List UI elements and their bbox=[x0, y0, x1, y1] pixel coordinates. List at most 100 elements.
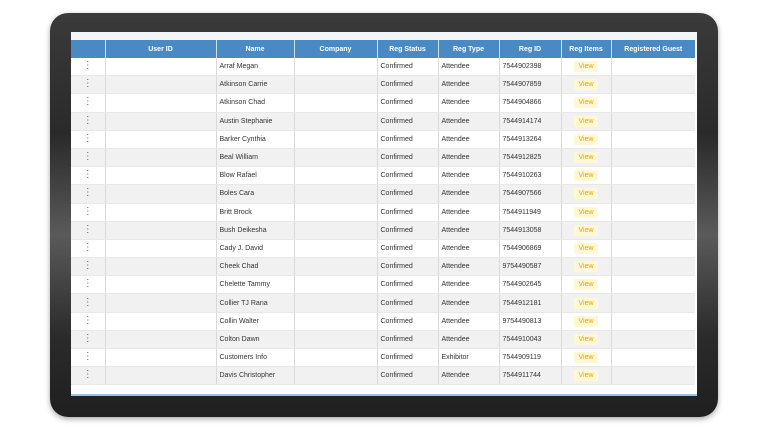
view-button[interactable]: View bbox=[574, 61, 598, 73]
cell-registered-guest bbox=[611, 293, 695, 313]
view-button[interactable]: View bbox=[574, 206, 598, 218]
table-row[interactable]: ⋮ Atkinson Chad Confirmed Attendee 754490486… bbox=[71, 93, 695, 113]
column-header[interactable]: Registered Guest bbox=[611, 40, 695, 58]
kebab-menu-icon[interactable]: ⋮ bbox=[83, 261, 93, 271]
kebab-menu-icon[interactable]: ⋮ bbox=[83, 61, 93, 71]
row-menu-cell[interactable]: ⋮ bbox=[71, 112, 106, 131]
row-menu-cell[interactable]: ⋮ bbox=[71, 184, 106, 204]
kebab-menu-icon[interactable]: ⋮ bbox=[83, 370, 93, 380]
cell-type: Attendee bbox=[438, 366, 500, 386]
kebab-menu-icon[interactable]: ⋮ bbox=[83, 133, 93, 143]
cell-type: Attendee bbox=[438, 112, 500, 131]
table-row[interactable]: ⋮ Cady J. David Confirmed Attendee 754490686… bbox=[71, 239, 695, 259]
kebab-menu-icon[interactable]: ⋮ bbox=[83, 242, 93, 252]
column-header[interactable]: Company bbox=[294, 40, 378, 58]
column-header[interactable]: Name bbox=[216, 40, 295, 58]
column-header[interactable]: Reg Type bbox=[438, 40, 500, 58]
cell-reg-items: View bbox=[561, 366, 612, 386]
table-row[interactable]: ⋮ Britt Brock Confirmed Attendee 7544911949 V… bbox=[71, 203, 695, 222]
kebab-menu-icon[interactable]: ⋮ bbox=[83, 206, 93, 216]
cell-company bbox=[294, 221, 378, 240]
row-menu-cell[interactable]: ⋮ bbox=[71, 130, 106, 149]
row-menu-cell[interactable]: ⋮ bbox=[71, 166, 106, 186]
table-row[interactable]: ⋮ Cheek Chad Confirmed Attendee 9754490587 Vi… bbox=[71, 257, 695, 277]
row-menu-cell[interactable]: ⋮ bbox=[71, 203, 106, 222]
table-row[interactable]: ⋮ Blow Rafael Confirmed Attendee 7544910263 V… bbox=[71, 166, 695, 186]
row-menu-cell[interactable]: ⋮ bbox=[71, 257, 106, 277]
kebab-menu-icon[interactable]: ⋮ bbox=[83, 224, 93, 234]
cell-status: Confirmed bbox=[377, 293, 439, 313]
table-row[interactable]: ⋮ Barker Cynthia Confirmed Attendee 75449132… bbox=[71, 130, 695, 149]
table-row[interactable]: ⋮ Boles Cara Confirmed Attendee 7544907566 Vi… bbox=[71, 184, 695, 204]
column-header[interactable] bbox=[71, 40, 106, 58]
cell-reg-id: 7544907566 bbox=[499, 184, 562, 204]
view-button[interactable]: View bbox=[574, 242, 598, 254]
cell-status: Confirmed bbox=[377, 239, 439, 259]
table-row[interactable]: ⋮ Davis Christopher Confirmed Attendee 75449… bbox=[71, 366, 695, 386]
kebab-menu-icon[interactable]: ⋮ bbox=[83, 188, 93, 198]
row-menu-cell[interactable]: ⋮ bbox=[71, 366, 106, 386]
row-menu-cell[interactable]: ⋮ bbox=[71, 221, 106, 240]
view-button[interactable]: View bbox=[574, 315, 598, 327]
table-row[interactable]: ⋮ Bush Deikesha Confirmed Attendee 754491305… bbox=[71, 221, 695, 240]
row-menu-cell[interactable]: ⋮ bbox=[71, 58, 106, 77]
kebab-menu-icon[interactable]: ⋮ bbox=[83, 170, 93, 180]
table-row[interactable]: ⋮ Chelette Tammy Confirmed Attendee 75449026… bbox=[71, 275, 695, 295]
cell-type: Attendee bbox=[438, 58, 500, 77]
kebab-menu-icon[interactable]: ⋮ bbox=[83, 297, 93, 307]
view-button[interactable]: View bbox=[574, 224, 598, 236]
cell-name: Barker Cynthia bbox=[216, 130, 295, 149]
table-row[interactable]: ⋮ Collier TJ Rana Confirmed Attendee 7544912… bbox=[71, 293, 695, 313]
column-header[interactable]: Reg Items bbox=[561, 40, 612, 58]
view-button[interactable]: View bbox=[574, 97, 598, 109]
row-menu-cell[interactable]: ⋮ bbox=[71, 239, 106, 259]
cell-status: Confirmed bbox=[377, 166, 439, 186]
view-button[interactable]: View bbox=[574, 297, 598, 309]
table-row[interactable]: ⋮ Arraf Megan Confirmed Attendee 7544902398 V… bbox=[71, 58, 695, 77]
kebab-menu-icon[interactable]: ⋮ bbox=[83, 279, 93, 289]
cell-name: Bush Deikesha bbox=[216, 221, 295, 240]
column-header[interactable]: Reg Status bbox=[377, 40, 439, 58]
view-button[interactable]: View bbox=[574, 333, 598, 345]
kebab-menu-icon[interactable]: ⋮ bbox=[83, 152, 93, 162]
row-menu-cell[interactable]: ⋮ bbox=[71, 93, 106, 113]
view-button[interactable]: View bbox=[574, 352, 598, 364]
view-button[interactable]: View bbox=[574, 261, 598, 273]
view-button[interactable]: View bbox=[574, 170, 598, 182]
table-row[interactable]: ⋮ Atkinson Carrie Confirmed Attendee 7544907… bbox=[71, 75, 695, 95]
row-menu-cell[interactable]: ⋮ bbox=[71, 330, 106, 350]
cell-user-id bbox=[105, 58, 217, 77]
table-row[interactable]: ⋮ Beal William Confirmed Attendee 7544912825… bbox=[71, 148, 695, 168]
cell-reg-items: View bbox=[561, 257, 612, 277]
row-menu-cell[interactable]: ⋮ bbox=[71, 148, 106, 168]
table-row[interactable]: ⋮ Colton Dawn Confirmed Attendee 7544910043 V… bbox=[71, 330, 695, 350]
view-button[interactable]: View bbox=[574, 115, 598, 127]
view-button[interactable]: View bbox=[574, 79, 598, 91]
column-header[interactable]: Reg ID bbox=[499, 40, 562, 58]
kebab-menu-icon[interactable]: ⋮ bbox=[83, 315, 93, 325]
cell-type: Attendee bbox=[438, 221, 500, 240]
view-button[interactable]: View bbox=[574, 152, 598, 164]
table-row[interactable]: ⋮ Collin Walter Confirmed Attendee 975449081… bbox=[71, 312, 695, 331]
row-menu-cell[interactable]: ⋮ bbox=[71, 348, 106, 368]
table-row[interactable]: ⋮ Austin Stephanie Confirmed Attendee 754491… bbox=[71, 112, 695, 131]
kebab-menu-icon[interactable]: ⋮ bbox=[83, 79, 93, 89]
view-button[interactable]: View bbox=[574, 370, 598, 382]
view-button[interactable]: View bbox=[574, 188, 598, 200]
view-button[interactable]: View bbox=[574, 279, 598, 291]
kebab-menu-icon[interactable]: ⋮ bbox=[83, 352, 93, 362]
row-menu-cell[interactable]: ⋮ bbox=[71, 293, 106, 313]
cell-status: Confirmed bbox=[377, 348, 439, 368]
table-row[interactable]: ⋮ Customers Info Confirmed Exhibitor 7544909… bbox=[71, 348, 695, 368]
kebab-menu-icon[interactable]: ⋮ bbox=[83, 97, 93, 107]
cell-reg-items: View bbox=[561, 293, 612, 313]
kebab-menu-icon[interactable]: ⋮ bbox=[83, 115, 93, 125]
cell-company bbox=[294, 130, 378, 149]
cell-reg-items: View bbox=[561, 184, 612, 204]
row-menu-cell[interactable]: ⋮ bbox=[71, 275, 106, 295]
kebab-menu-icon[interactable]: ⋮ bbox=[83, 333, 93, 343]
column-header[interactable]: User ID bbox=[105, 40, 217, 58]
row-menu-cell[interactable]: ⋮ bbox=[71, 75, 106, 95]
row-menu-cell[interactable]: ⋮ bbox=[71, 312, 106, 331]
view-button[interactable]: View bbox=[574, 133, 598, 145]
